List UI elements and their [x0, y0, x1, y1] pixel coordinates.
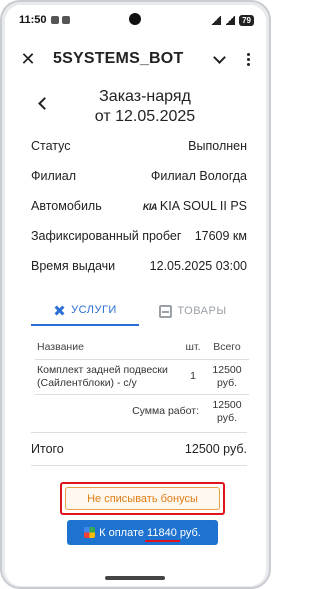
- tab-services[interactable]: УСЛУГИ: [31, 296, 139, 326]
- notification-icons: [50, 16, 70, 24]
- total-label: Итого: [31, 442, 64, 456]
- info-value: Филиал Вологда: [150, 169, 247, 183]
- close-icon[interactable]: ✕: [15, 49, 41, 70]
- info-value: 17609 км: [194, 229, 247, 243]
- info-value-car: KIA KIA SOUL II PS: [143, 199, 247, 213]
- service-name: Комплект задней подвески (Сайлентблоки) …: [35, 359, 181, 395]
- page-title: Заказ-наряд от 12.05.2025: [45, 87, 245, 127]
- more-menu-icon[interactable]: [240, 52, 256, 66]
- pay-button[interactable]: К оплате 11840 руб.: [67, 520, 218, 545]
- screen: 11:50 79 ✕ 5SYSTEMS_BOT Заказ-наряд от 1…: [5, 5, 266, 586]
- amount-underline: [145, 540, 180, 542]
- status-time: 11:50: [19, 14, 47, 26]
- kia-logo-icon: KIA: [142, 202, 158, 212]
- info-row-status: Статус Выполнен: [31, 131, 247, 161]
- info-row-mileage: Зафиксированный пробег 17609 км: [31, 221, 247, 251]
- info-value: Выполнен: [188, 139, 247, 153]
- app-bar: ✕ 5SYSTEMS_BOT: [5, 37, 266, 81]
- camera-cutout: [129, 13, 141, 25]
- order-info: Статус Выполнен Филиал Филиал Вологда Ав…: [31, 131, 247, 281]
- status-right: 79: [211, 14, 254, 26]
- tools-icon: [53, 304, 66, 317]
- table-total-row: Сумма работ: 12500 руб.: [35, 394, 249, 429]
- keep-bonuses-button[interactable]: Не списывать бонусы: [65, 487, 220, 510]
- tab-label: УСЛУГИ: [71, 304, 117, 316]
- battery-icon: 79: [239, 14, 254, 26]
- car-model: KIA SOUL II PS: [159, 199, 247, 213]
- chevron-down-icon[interactable]: [212, 52, 226, 66]
- tab-goods[interactable]: ТОВАРЫ: [139, 296, 247, 326]
- info-row-issue-time: Время выдачи 12.05.2025 03:00: [31, 251, 247, 281]
- services-total-value: 12500 руб.: [212, 398, 242, 424]
- payment-icon: [84, 527, 96, 538]
- pay-suffix: руб.: [176, 526, 201, 539]
- pay-label: К оплате 11840 руб.: [99, 527, 201, 539]
- notification-icon: [50, 16, 59, 24]
- info-value: 12.05.2025 03:00: [149, 259, 247, 273]
- divider: [31, 432, 247, 433]
- pay-amount: 11840: [147, 526, 177, 539]
- column-header-name: Название: [35, 335, 181, 360]
- info-label: Время выдачи: [31, 259, 116, 273]
- gesture-bar[interactable]: [105, 576, 165, 580]
- tab-label: ТОВАРЫ: [177, 305, 227, 317]
- divider: [31, 465, 247, 466]
- grand-total: Итого 12500 руб.: [31, 442, 247, 456]
- info-row-car: Автомобиль KIA KIA SOUL II PS: [31, 191, 247, 221]
- service-qty: 1: [181, 359, 205, 395]
- tabs: УСЛУГИ ТОВАРЫ: [31, 296, 247, 326]
- box-icon: [159, 304, 173, 318]
- info-row-branch: Филиал Филиал Вологда: [31, 161, 247, 191]
- info-label: Филиал: [31, 169, 77, 183]
- notification-icon: [61, 16, 70, 24]
- phone-frame: 11:50 79 ✕ 5SYSTEMS_BOT Заказ-наряд от 1…: [0, 0, 271, 589]
- page-title-line1: Заказ-наряд: [99, 88, 191, 105]
- service-sum: 12500 руб.: [205, 359, 249, 395]
- services-table: Название шт. Всего Комплект задней подве…: [35, 335, 249, 429]
- info-label: Зафиксированный пробег: [31, 229, 182, 243]
- total-value: 12500 руб.: [184, 442, 247, 456]
- info-label: Статус: [31, 139, 71, 153]
- table-header: Название шт. Всего: [35, 335, 249, 360]
- app-title: 5SYSTEMS_BOT: [53, 50, 184, 67]
- wifi-icon: [211, 15, 222, 25]
- signal-icon: [225, 15, 236, 25]
- column-header-sum: Всего: [205, 335, 249, 360]
- column-header-qty: шт.: [181, 335, 205, 360]
- pay-prefix: К оплате: [99, 526, 148, 539]
- info-label: Автомобиль: [31, 199, 102, 213]
- page-title-line2: от 12.05.2025: [94, 108, 196, 125]
- table-row: Комплект задней подвески (Сайлентблоки) …: [35, 359, 249, 395]
- services-total-label: Сумма работ:: [132, 405, 199, 417]
